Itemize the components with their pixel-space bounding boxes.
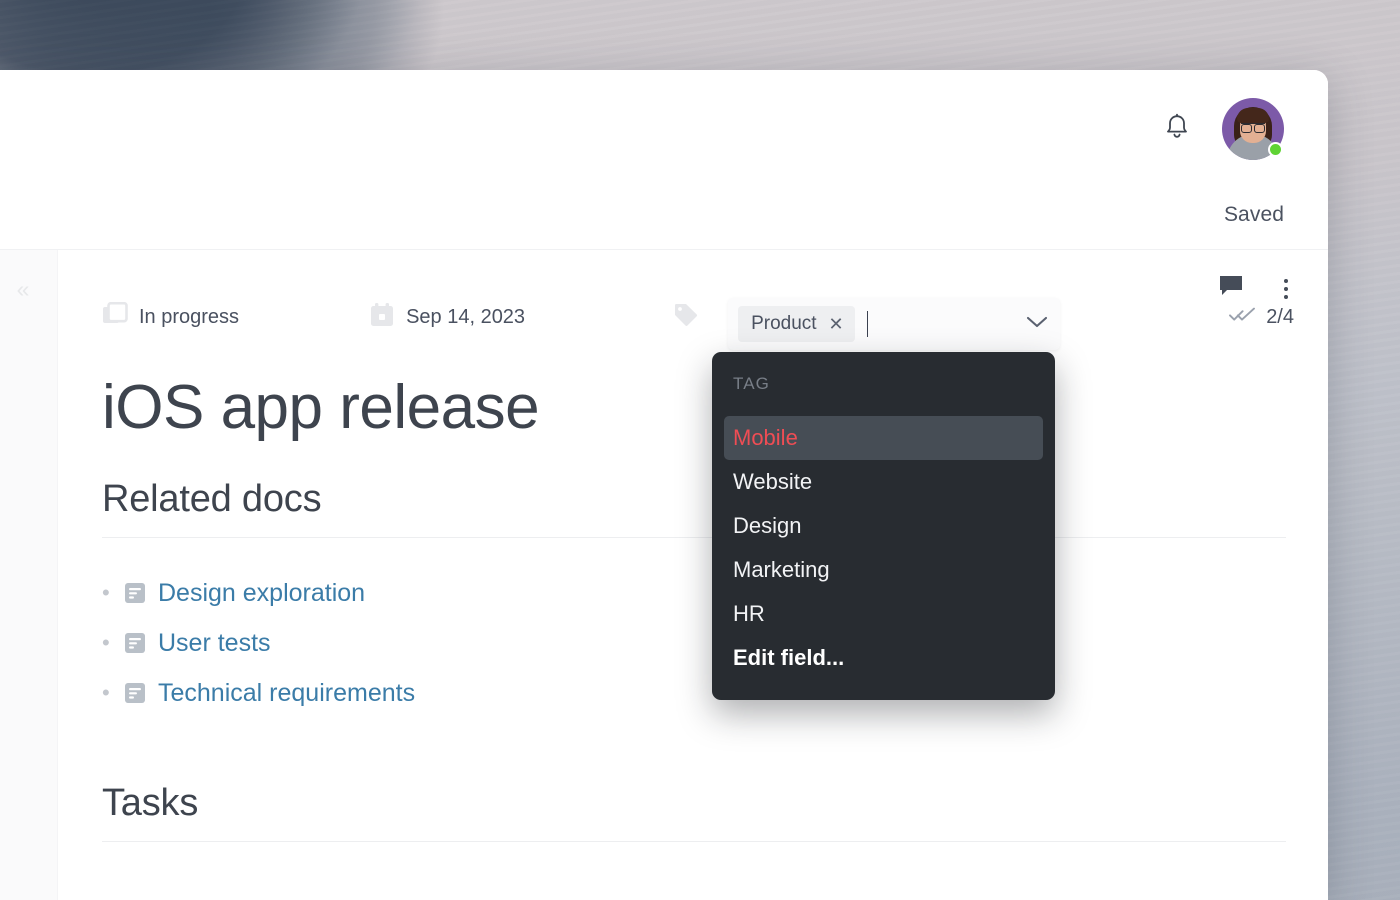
section-related-docs: Related docs • Design exploratio <box>102 478 1286 718</box>
chevron-double-left-icon[interactable]: « <box>8 275 38 303</box>
related-doc-link[interactable]: User tests <box>158 629 271 658</box>
status-field[interactable]: In progress <box>102 302 239 333</box>
text-caret <box>867 311 868 337</box>
list-item[interactable]: • Technical requirements <box>102 668 1286 718</box>
app-window: Saved « <box>0 70 1328 900</box>
dropdown-option-design[interactable]: Design <box>724 504 1043 548</box>
bullet-icon: • <box>102 682 124 704</box>
avatar-fringe-icon <box>1237 108 1269 123</box>
page-title[interactable]: iOS app release <box>102 372 539 443</box>
chevron-down-icon[interactable] <box>1026 315 1048 334</box>
online-dot-icon <box>1268 142 1283 157</box>
comments-button[interactable] <box>1218 274 1244 303</box>
related-docs-list: • Design exploration • <box>102 568 1286 718</box>
status-icon <box>102 302 128 333</box>
list-item[interactable]: • User tests <box>102 618 1286 668</box>
dropdown-option-hr[interactable]: HR <box>724 592 1043 636</box>
document-meta-row: In progress Sep 14, 2023 <box>102 300 1294 334</box>
dropdown-edit-field-button[interactable]: Edit field... <box>724 636 1043 680</box>
section-tasks: Tasks <box>102 782 1286 842</box>
header-actions <box>1162 98 1284 160</box>
tag-chip[interactable]: Product ✕ <box>738 306 855 342</box>
app-header: Saved <box>0 70 1328 250</box>
tag-dropdown-menu: TAG Mobile Website Design Marketing HR E… <box>712 352 1055 700</box>
document-pane: In progress Sep 14, 2023 <box>58 250 1328 900</box>
dropdown-option-marketing[interactable]: Marketing <box>724 548 1043 592</box>
dropdown-option-mobile[interactable]: Mobile <box>724 416 1043 460</box>
kebab-dot-1-icon <box>1284 279 1288 283</box>
tag-chip-label: Product <box>751 313 816 335</box>
calendar-icon <box>369 302 395 333</box>
dropdown-section-header: TAG <box>724 374 1043 394</box>
date-label: Sep 14, 2023 <box>406 306 525 329</box>
checklist-count: 2/4 <box>1266 306 1294 329</box>
notifications-button[interactable] <box>1162 113 1192 145</box>
double-check-icon <box>1229 307 1255 328</box>
kebab-dot-3-icon <box>1284 295 1288 299</box>
bullet-icon: • <box>102 582 124 604</box>
comment-icon <box>1218 274 1244 303</box>
date-field[interactable]: Sep 14, 2023 <box>369 302 525 333</box>
list-item[interactable]: • Design exploration <box>102 568 1286 618</box>
user-menu[interactable] <box>1222 98 1284 160</box>
document-icon <box>124 632 146 654</box>
left-rail: « <box>0 250 58 900</box>
dropdown-option-website[interactable]: Website <box>724 460 1043 504</box>
more-options-button[interactable] <box>1278 275 1294 303</box>
tag-field-group: Product ✕ <box>673 302 710 333</box>
tag-input-field[interactable]: Product ✕ <box>728 298 1060 350</box>
related-doc-link[interactable]: Technical requirements <box>158 679 415 708</box>
avatar-glasses-icon <box>1241 123 1265 131</box>
save-status: Saved <box>1224 203 1284 227</box>
checklist-field[interactable]: 2/4 <box>1229 306 1294 329</box>
document-icon <box>124 682 146 704</box>
section-heading: Related docs <box>102 478 1286 538</box>
status-label: In progress <box>139 306 239 329</box>
section-heading: Tasks <box>102 782 1286 842</box>
bell-icon <box>1164 113 1190 146</box>
app-body: « <box>0 250 1328 900</box>
tag-search-input[interactable] <box>872 313 1026 335</box>
document-icon <box>124 582 146 604</box>
tag-icon <box>673 302 699 333</box>
document-toolbar <box>1218 274 1294 303</box>
kebab-dot-2-icon <box>1284 287 1288 291</box>
bullet-icon: • <box>102 632 124 654</box>
related-doc-link[interactable]: Design exploration <box>158 579 365 608</box>
remove-tag-icon[interactable]: ✕ <box>829 315 844 333</box>
